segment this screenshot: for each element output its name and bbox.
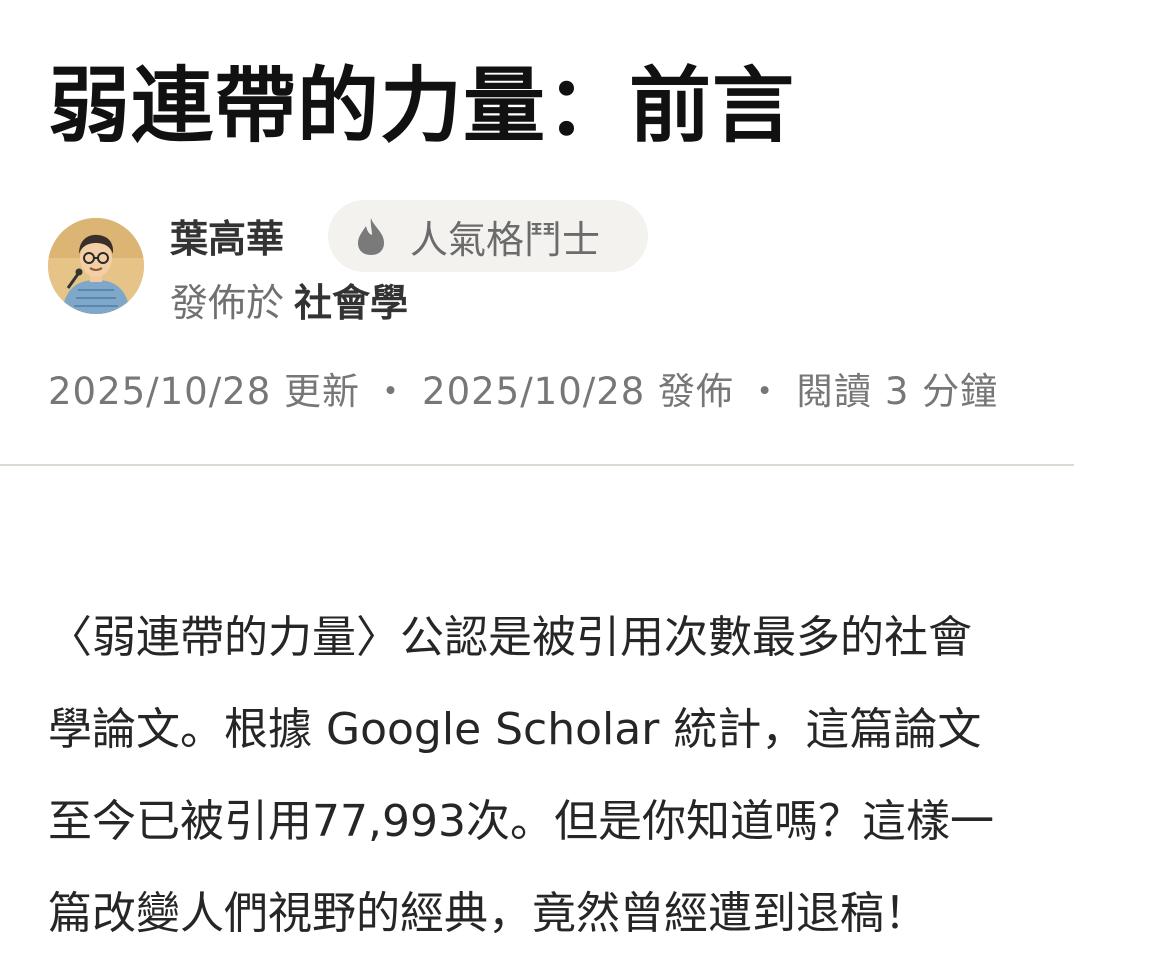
updated-date: 2025/10/28 更新	[48, 370, 361, 413]
body-line: 學論文。根據 Google Scholar 統計，這篇論文	[48, 704, 982, 755]
reading-time: 閱讀 3 分鐘	[796, 370, 999, 413]
author-avatar[interactable]	[48, 218, 144, 314]
channel-link[interactable]: 社會學	[294, 281, 408, 325]
meta-separator: ・	[372, 370, 411, 413]
meta-separator: ・	[746, 370, 785, 413]
publish-prefix: 發佈於	[170, 281, 285, 325]
body-line: 篇改變人們視野的經典，竟然曾經遭到退稿！	[48, 888, 928, 939]
body-line: 〈弱連帶的力量〉公認是被引用次數最多的社會	[48, 612, 972, 663]
article-title: 弱連帶的力量：前言	[48, 59, 796, 154]
author-block: 葉高華 人氣格鬥士 發佈於 社會學	[48, 200, 748, 330]
article-meta: 2025/10/28 更新・ 2025/10/28 發佈・閱讀 3 分鐘	[48, 366, 998, 418]
author-badge[interactable]: 人氣格鬥士	[328, 200, 648, 272]
badge-label: 人氣格鬥士	[410, 217, 601, 262]
author-name[interactable]: 葉高華	[170, 214, 284, 264]
body-line: 至今已被引用77,993次。但是你知道嗎？這樣一	[48, 796, 994, 847]
flame-icon	[358, 218, 384, 255]
avatar-portrait-icon	[48, 218, 144, 314]
publish-info: 發佈於 社會學	[170, 278, 408, 328]
article-body: 〈弱連帶的力量〉公認是被引用次數最多的社會 學論文。根據 Google Scho…	[48, 592, 1122, 960]
divider	[0, 464, 1074, 466]
published-date: 2025/10/28 發佈	[422, 370, 735, 413]
